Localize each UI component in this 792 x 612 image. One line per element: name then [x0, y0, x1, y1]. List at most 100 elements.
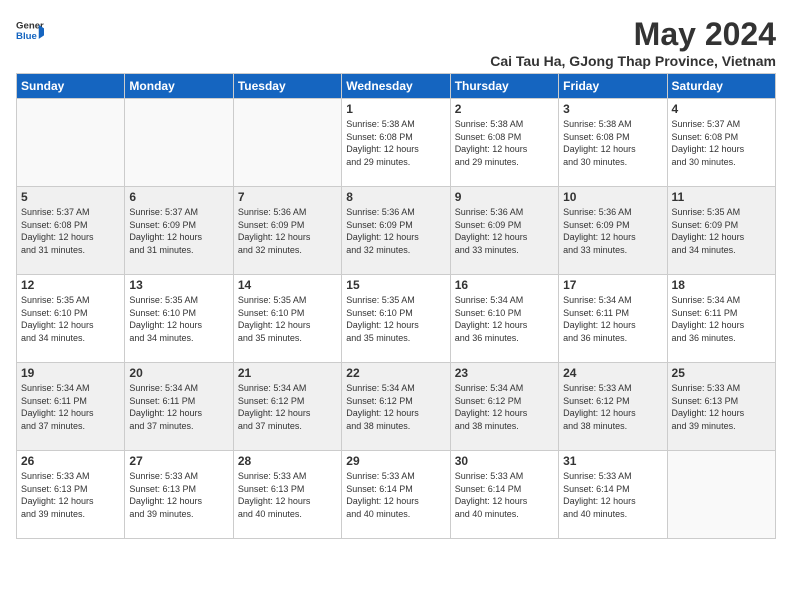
- title-block: May 2024 Cai Tau Ha, GJong Thap Province…: [490, 16, 776, 69]
- table-row: 29 Sunrise: 5:33 AM Sunset: 6:14 PM Dayli…: [342, 451, 450, 539]
- header: General Blue May 2024 Cai Tau Ha, GJong …: [16, 16, 776, 69]
- day-info: Sunrise: 5:36 AM Sunset: 6:09 PM Dayligh…: [563, 206, 662, 256]
- table-row: 1Sunrise: 5:38 AM Sunset: 6:08 PM Daylig…: [342, 99, 450, 187]
- day-info: Sunrise: 5:34 AM Sunset: 6:12 PM Dayligh…: [455, 382, 554, 432]
- day-info: Sunrise: 5:35 AM Sunset: 6:10 PM Dayligh…: [129, 294, 228, 344]
- table-row: 13 Sunrise: 5:35 AM Sunset: 6:10 PM Dayli…: [125, 275, 233, 363]
- table-row: 14 Sunrise: 5:35 AM Sunset: 6:10 PM Dayli…: [233, 275, 341, 363]
- day-info: Sunrise: 5:33 AM Sunset: 6:13 PM Dayligh…: [238, 470, 337, 520]
- day-info: Sunrise: 5:33 AM Sunset: 6:14 PM Dayligh…: [346, 470, 445, 520]
- day-info: Sunrise: 5:34 AM Sunset: 6:11 PM Dayligh…: [129, 382, 228, 432]
- day-info: Sunrise: 5:35 AM Sunset: 6:10 PM Dayligh…: [346, 294, 445, 344]
- day-number: 18: [672, 278, 771, 292]
- subtitle: Cai Tau Ha, GJong Thap Province, Vietnam: [490, 53, 776, 69]
- day-number: 15: [346, 278, 445, 292]
- day-number: 31: [563, 454, 662, 468]
- day-number: 22: [346, 366, 445, 380]
- day-info: Sunrise: 5:35 AM Sunset: 6:10 PM Dayligh…: [21, 294, 120, 344]
- table-row: [17, 99, 125, 187]
- day-number: 13: [129, 278, 228, 292]
- calendar-week-row: 12 Sunrise: 5:35 AM Sunset: 6:10 PM Dayli…: [17, 275, 776, 363]
- day-number: 27: [129, 454, 228, 468]
- day-info: Sunrise: 5:34 AM Sunset: 6:12 PM Dayligh…: [346, 382, 445, 432]
- day-number: 28: [238, 454, 337, 468]
- svg-text:Blue: Blue: [16, 31, 37, 42]
- day-info: Sunrise: 5:34 AM Sunset: 6:11 PM Dayligh…: [563, 294, 662, 344]
- day-number: 4: [672, 102, 771, 116]
- table-row: 3 Sunrise: 5:38 AM Sunset: 6:08 PM Daylig…: [559, 99, 667, 187]
- table-row: 21Sunrise: 5:34 AM Sunset: 6:12 PM Dayli…: [233, 363, 341, 451]
- day-number: 25: [672, 366, 771, 380]
- logo-icon: General Blue: [16, 16, 44, 46]
- calendar-week-row: 19Sunrise: 5:34 AM Sunset: 6:11 PM Dayli…: [17, 363, 776, 451]
- page-container: General Blue May 2024 Cai Tau Ha, GJong …: [16, 16, 776, 539]
- day-number: 16: [455, 278, 554, 292]
- table-row: 25 Sunrise: 5:33 AM Sunset: 6:13 PM Dayli…: [667, 363, 775, 451]
- calendar-week-row: 5 Sunrise: 5:37 AM Sunset: 6:08 PM Daylig…: [17, 187, 776, 275]
- day-info: Sunrise: 5:33 AM Sunset: 6:13 PM Dayligh…: [129, 470, 228, 520]
- day-info: Sunrise: 5:34 AM Sunset: 6:11 PM Dayligh…: [21, 382, 120, 432]
- day-info: Sunrise: 5:38 AM Sunset: 6:08 PM Dayligh…: [346, 118, 445, 168]
- table-row: 11 Sunrise: 5:35 AM Sunset: 6:09 PM Dayli…: [667, 187, 775, 275]
- day-number: 11: [672, 190, 771, 204]
- col-saturday: Saturday: [667, 74, 775, 99]
- day-info: Sunrise: 5:38 AM Sunset: 6:08 PM Dayligh…: [455, 118, 554, 168]
- day-info: Sunrise: 5:35 AM Sunset: 6:10 PM Dayligh…: [238, 294, 337, 344]
- calendar-week-row: 26 Sunrise: 5:33 AM Sunset: 6:13 PM Dayli…: [17, 451, 776, 539]
- table-row: 6Sunrise: 5:37 AM Sunset: 6:09 PM Daylig…: [125, 187, 233, 275]
- day-info: Sunrise: 5:34 AM Sunset: 6:10 PM Dayligh…: [455, 294, 554, 344]
- table-row: 5 Sunrise: 5:37 AM Sunset: 6:08 PM Daylig…: [17, 187, 125, 275]
- day-number: 14: [238, 278, 337, 292]
- table-row: 9 Sunrise: 5:36 AM Sunset: 6:09 PM Daylig…: [450, 187, 558, 275]
- col-monday: Monday: [125, 74, 233, 99]
- table-row: 12 Sunrise: 5:35 AM Sunset: 6:10 PM Dayli…: [17, 275, 125, 363]
- table-row: [233, 99, 341, 187]
- table-row: 23Sunrise: 5:34 AM Sunset: 6:12 PM Dayli…: [450, 363, 558, 451]
- day-number: 2: [455, 102, 554, 116]
- day-number: 3: [563, 102, 662, 116]
- day-info: Sunrise: 5:38 AM Sunset: 6:08 PM Dayligh…: [563, 118, 662, 168]
- day-number: 29: [346, 454, 445, 468]
- table-row: 24Sunrise: 5:33 AM Sunset: 6:12 PM Dayli…: [559, 363, 667, 451]
- day-info: Sunrise: 5:36 AM Sunset: 6:09 PM Dayligh…: [346, 206, 445, 256]
- day-info: Sunrise: 5:33 AM Sunset: 6:13 PM Dayligh…: [672, 382, 771, 432]
- day-number: 30: [455, 454, 554, 468]
- day-number: 5: [21, 190, 120, 204]
- col-tuesday: Tuesday: [233, 74, 341, 99]
- day-number: 17: [563, 278, 662, 292]
- day-info: Sunrise: 5:36 AM Sunset: 6:09 PM Dayligh…: [455, 206, 554, 256]
- table-row: 8Sunrise: 5:36 AM Sunset: 6:09 PM Daylig…: [342, 187, 450, 275]
- day-info: Sunrise: 5:37 AM Sunset: 6:08 PM Dayligh…: [672, 118, 771, 168]
- table-row: 18 Sunrise: 5:34 AM Sunset: 6:11 PM Dayli…: [667, 275, 775, 363]
- day-number: 7: [238, 190, 337, 204]
- table-row: 31 Sunrise: 5:33 AM Sunset: 6:14 PM Dayli…: [559, 451, 667, 539]
- table-row: 7 Sunrise: 5:36 AM Sunset: 6:09 PM Daylig…: [233, 187, 341, 275]
- day-number: 12: [21, 278, 120, 292]
- day-number: 6: [129, 190, 228, 204]
- table-row: 2 Sunrise: 5:38 AM Sunset: 6:08 PM Daylig…: [450, 99, 558, 187]
- day-info: Sunrise: 5:35 AM Sunset: 6:09 PM Dayligh…: [672, 206, 771, 256]
- calendar-header-row: Sunday Monday Tuesday Wednesday Thursday…: [17, 74, 776, 99]
- calendar-week-row: 1Sunrise: 5:38 AM Sunset: 6:08 PM Daylig…: [17, 99, 776, 187]
- col-wednesday: Wednesday: [342, 74, 450, 99]
- day-number: 20: [129, 366, 228, 380]
- table-row: 17 Sunrise: 5:34 AM Sunset: 6:11 PM Dayli…: [559, 275, 667, 363]
- day-info: Sunrise: 5:34 AM Sunset: 6:11 PM Dayligh…: [672, 294, 771, 344]
- table-row: 20 Sunrise: 5:34 AM Sunset: 6:11 PM Dayli…: [125, 363, 233, 451]
- day-number: 10: [563, 190, 662, 204]
- day-info: Sunrise: 5:37 AM Sunset: 6:08 PM Dayligh…: [21, 206, 120, 256]
- day-info: Sunrise: 5:33 AM Sunset: 6:14 PM Dayligh…: [455, 470, 554, 520]
- day-number: 9: [455, 190, 554, 204]
- day-number: 24: [563, 366, 662, 380]
- table-row: 30 Sunrise: 5:33 AM Sunset: 6:14 PM Dayli…: [450, 451, 558, 539]
- day-number: 26: [21, 454, 120, 468]
- table-row: 19Sunrise: 5:34 AM Sunset: 6:11 PM Dayli…: [17, 363, 125, 451]
- day-info: Sunrise: 5:33 AM Sunset: 6:13 PM Dayligh…: [21, 470, 120, 520]
- table-row: 28 Sunrise: 5:33 AM Sunset: 6:13 PM Dayli…: [233, 451, 341, 539]
- col-friday: Friday: [559, 74, 667, 99]
- day-info: Sunrise: 5:36 AM Sunset: 6:09 PM Dayligh…: [238, 206, 337, 256]
- table-row: 26 Sunrise: 5:33 AM Sunset: 6:13 PM Dayli…: [17, 451, 125, 539]
- table-row: 15 Sunrise: 5:35 AM Sunset: 6:10 PM Dayli…: [342, 275, 450, 363]
- day-info: Sunrise: 5:33 AM Sunset: 6:14 PM Dayligh…: [563, 470, 662, 520]
- calendar: Sunday Monday Tuesday Wednesday Thursday…: [16, 73, 776, 539]
